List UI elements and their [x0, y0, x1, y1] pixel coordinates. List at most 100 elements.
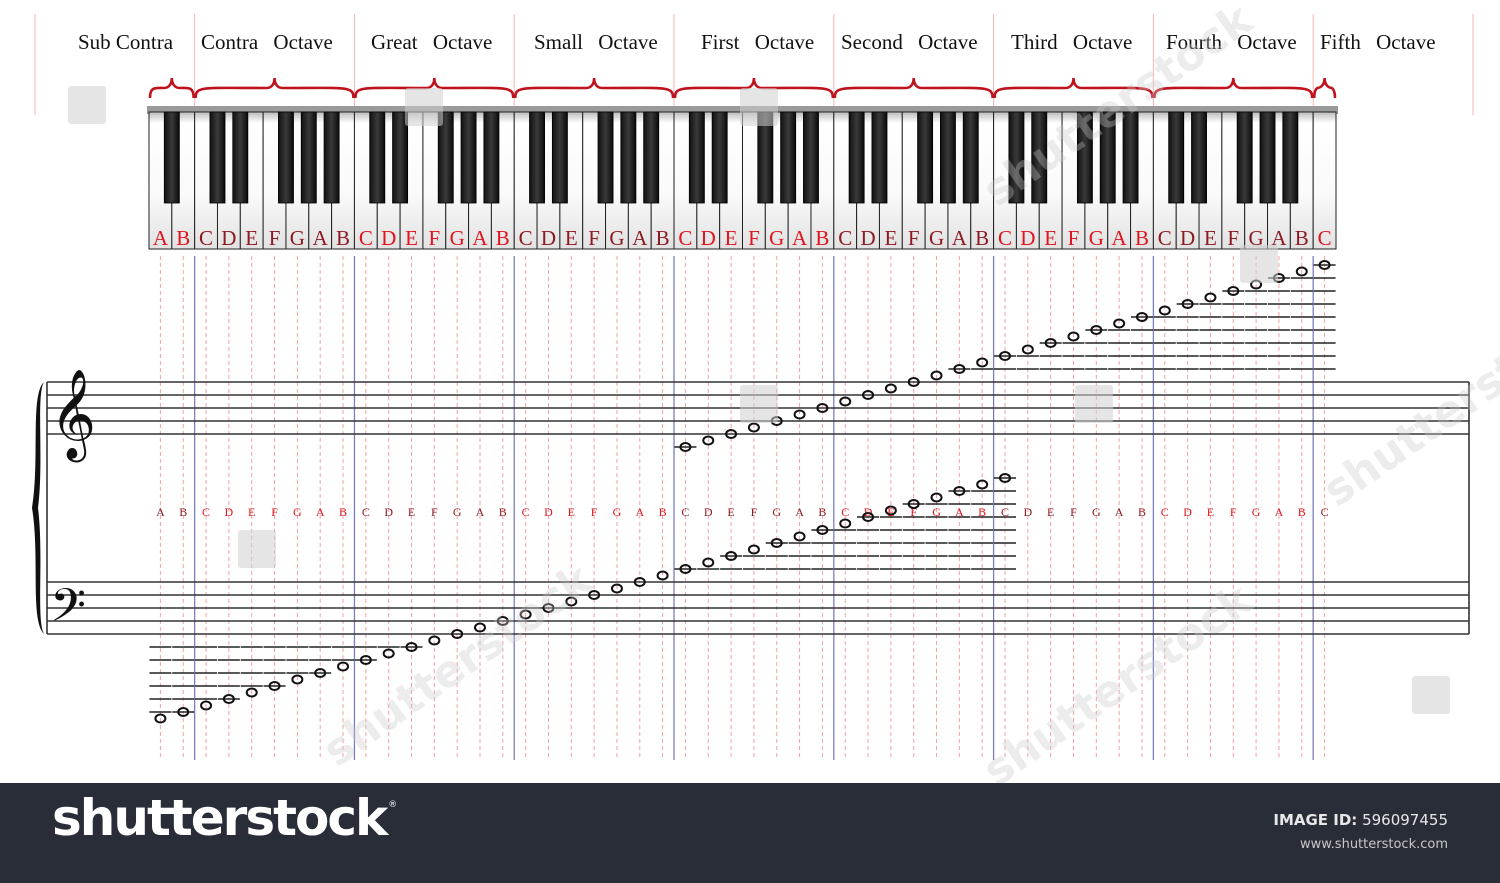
black-key	[1259, 111, 1276, 204]
black-key	[597, 111, 614, 204]
staff-note-label: D	[1183, 505, 1192, 519]
piano-key-label: G	[450, 226, 465, 250]
staff-note-label: A	[1275, 505, 1284, 519]
black-key	[1122, 111, 1139, 204]
staff-note-label: G	[772, 505, 781, 519]
piano-key-label: C	[838, 226, 852, 250]
piano-key-label: B	[176, 226, 190, 250]
staff-note-label: D	[225, 505, 234, 519]
piano-key-label: D	[541, 226, 556, 250]
staff-note-label: B	[179, 505, 187, 519]
footer-bar: shutterstock ® IMAGE ID: 596097455 www.sh…	[0, 783, 1500, 883]
black-key	[278, 111, 294, 204]
staff-note-label: A	[1115, 505, 1124, 519]
octave-brace	[1153, 77, 1314, 99]
watermark-badge	[740, 88, 778, 126]
bass-clef-icon: 𝄢	[50, 579, 86, 644]
staff-note-label: C	[841, 505, 849, 519]
piano-key-label: F	[269, 226, 281, 250]
black-key	[940, 111, 956, 204]
octave-label: Fourth Octave	[1166, 30, 1297, 54]
black-key	[551, 111, 568, 204]
staff-note-label: F	[1070, 505, 1077, 519]
staff-note-label: F	[1230, 505, 1237, 519]
piano-key-label: C	[1318, 226, 1332, 250]
octave-brace	[833, 77, 994, 99]
staff-note-label: C	[202, 505, 210, 519]
piano-key-label: F	[588, 226, 600, 250]
piano-key-label: A	[153, 226, 169, 250]
black-key	[460, 111, 477, 204]
octave-label: Second Octave	[841, 30, 978, 54]
piano-key-label: A	[1112, 226, 1128, 250]
piano-key-label: E	[1204, 226, 1217, 250]
watermark-badge	[238, 530, 276, 568]
octave-brace	[513, 77, 675, 99]
piano-key-label: G	[290, 226, 305, 250]
black-key	[1008, 111, 1025, 204]
staff-note-label: E	[408, 505, 415, 519]
octave-brace	[993, 77, 1154, 99]
staff-note-label: A	[156, 505, 165, 519]
black-key	[232, 111, 249, 204]
black-key	[392, 111, 409, 204]
piano-key-label: C	[998, 226, 1012, 250]
black-key	[1236, 111, 1253, 204]
piano-key-label: B	[815, 226, 829, 250]
piano-key-label: E	[245, 226, 258, 250]
piano-key-label: C	[519, 226, 533, 250]
staff-note-label: F	[751, 505, 758, 519]
image-id: IMAGE ID: 596097455	[1273, 811, 1448, 829]
watermark-badge	[1412, 676, 1450, 714]
black-key	[1168, 111, 1185, 204]
octave-label: First Octave	[701, 30, 815, 54]
piano-key-label: D	[1020, 226, 1035, 250]
octave-brace	[1312, 77, 1337, 99]
piano-key-label: A	[632, 226, 648, 250]
piano-key-label: E	[884, 226, 897, 250]
piano-key-label: D	[701, 226, 716, 250]
piano-key-label: D	[1180, 226, 1195, 250]
staff-note-label: F	[431, 505, 438, 519]
piano-key-label: C	[1158, 226, 1172, 250]
staff-note-label: B	[659, 505, 667, 519]
piano-key-label: C	[359, 226, 373, 250]
piano-key-label: G	[769, 226, 784, 250]
octave-label: Sub Contra	[78, 30, 174, 54]
black-key	[529, 111, 545, 204]
piano-key-label: B	[496, 226, 510, 250]
piano-key-label: B	[336, 226, 350, 250]
piano-key-label: A	[313, 226, 329, 250]
staff-note-label: B	[1138, 505, 1146, 519]
piano-key-label: B	[656, 226, 670, 250]
black-key	[1076, 111, 1093, 204]
piano-key-label: G	[929, 226, 944, 250]
website-url: www.shutterstock.com	[1299, 837, 1448, 852]
black-key	[620, 111, 637, 204]
black-key	[1099, 111, 1116, 204]
piano-key-label: B	[1135, 226, 1149, 250]
staff-note-label: E	[727, 505, 734, 519]
staff-note-label: A	[316, 505, 325, 519]
piano-key-label: E	[405, 226, 418, 250]
staff-note-label: G	[1252, 505, 1261, 519]
black-key	[209, 111, 226, 204]
staff-note-label: C	[362, 505, 370, 519]
black-key	[643, 111, 660, 204]
staff-note-label: D	[384, 505, 393, 519]
image-id-label: IMAGE ID:	[1273, 811, 1358, 829]
shutterstock-logo: shutterstock ®	[52, 789, 397, 847]
black-key	[962, 111, 979, 204]
black-key	[300, 111, 317, 204]
piano-key-label: D	[381, 226, 396, 250]
registered-mark: ®	[388, 800, 398, 810]
staff-note-label: G	[613, 505, 622, 519]
staff-note-label: A	[635, 505, 644, 519]
piano-key-label: E	[725, 226, 738, 250]
octave-label: Great Octave	[371, 30, 493, 54]
staff-note-label: B	[339, 505, 347, 519]
piano-key-label: A	[952, 226, 968, 250]
black-key	[483, 111, 500, 204]
piano-key-label: F	[428, 226, 440, 250]
octave-label: Small Octave	[534, 30, 658, 54]
